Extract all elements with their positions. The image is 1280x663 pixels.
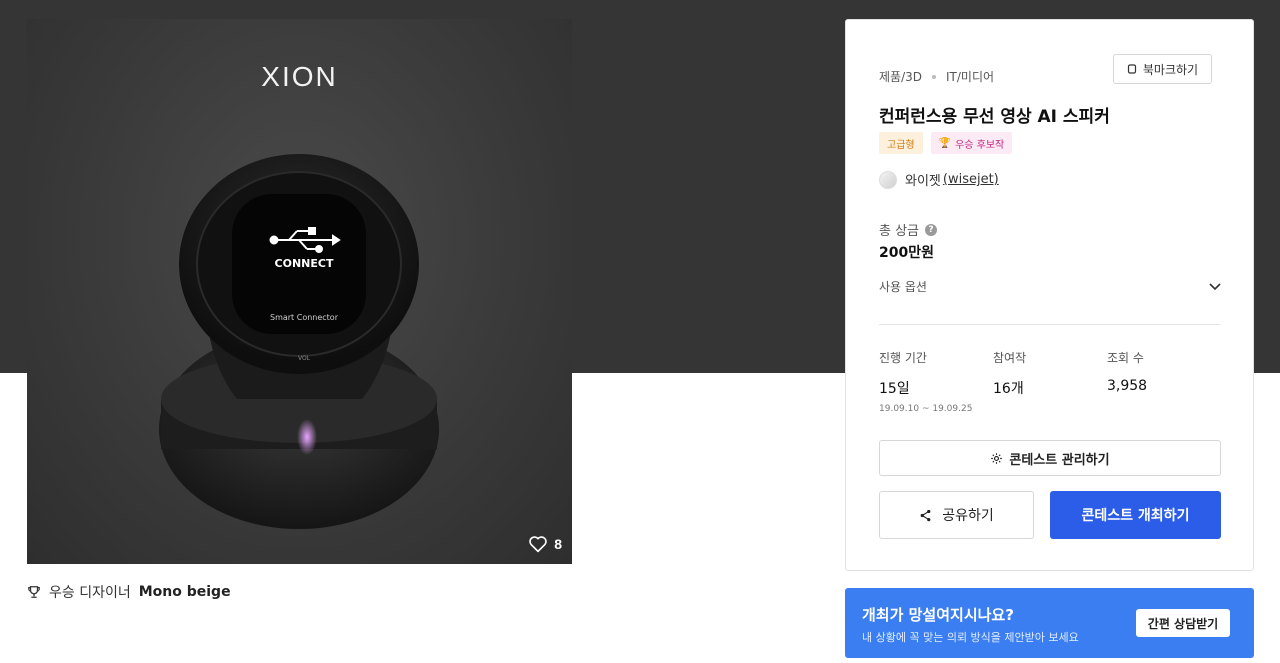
usage-options-dropdown[interactable]: 사용 옵션: [879, 278, 1221, 295]
winner-label: 우승 디자이너: [49, 585, 131, 601]
device-sub-label: Smart Connector: [270, 313, 339, 322]
speaker-illustration: CONNECT Smart Connector VOL: [159, 154, 439, 529]
consult-subtitle: 내 상황에 꼭 맞는 의뢰 방식을 제안받아 보세요: [862, 631, 1079, 644]
category-separator: [932, 74, 936, 79]
winner-designer-name[interactable]: Mono beige: [139, 584, 231, 600]
usage-options-label: 사용 옵션: [879, 280, 927, 294]
stat-label: 참여작: [993, 351, 1027, 365]
grade-badge-label: 고급형: [887, 139, 915, 151]
host-profile[interactable]: 와이젯 (wisejet): [879, 170, 999, 189]
trophy-badge-icon: 🏆: [938, 137, 952, 149]
category-primary[interactable]: 제품/3D: [879, 68, 922, 85]
contest-info-card: 제품/3D IT/미디어 북마크하기 컨퍼런스용 무선 영상 AI 스피커 고급…: [845, 19, 1254, 571]
stat-date-range: 19.09.10 ~ 19.09.25: [879, 404, 973, 414]
stat-value: 15일: [879, 381, 910, 397]
stat-label: 조회 수: [1107, 351, 1144, 365]
chevron-down-icon: [1209, 282, 1221, 290]
host-handle[interactable]: (wisejet): [943, 172, 999, 187]
badge-group: 고급형 🏆 우승 후보작: [879, 132, 1013, 154]
category-breadcrumb: 제품/3D IT/미디어: [879, 68, 994, 85]
bookmark-icon: [1127, 64, 1136, 74]
stat-entries: 참여작 16개: [993, 349, 1107, 414]
manage-contest-label: 콘테스트 관리하기: [1009, 452, 1110, 468]
category-secondary[interactable]: IT/미디어: [946, 68, 994, 85]
prize-label: 총 상금 ?: [879, 220, 938, 239]
grade-badge: 고급형: [879, 132, 923, 154]
winner-badge-label: 우승 후보작: [955, 139, 1005, 151]
host-contest-button[interactable]: 콘테스트 개최하기: [1050, 491, 1221, 539]
device-vol-label: VOL: [298, 355, 311, 362]
manage-contest-button[interactable]: 콘테스트 관리하기: [879, 440, 1221, 476]
stat-duration: 진행 기간 15일 19.09.10 ~ 19.09.25: [879, 349, 993, 414]
help-icon[interactable]: ?: [925, 223, 938, 236]
stat-value: 16개: [993, 381, 1024, 397]
heart-icon: [529, 536, 547, 553]
gear-icon: [991, 452, 1003, 464]
product-image[interactable]: XION CONNECT Smart Connector VOL 8: [27, 19, 572, 564]
avatar: [879, 170, 897, 189]
consult-button[interactable]: 간편 상담받기: [1136, 609, 1230, 637]
like-button[interactable]: 8: [528, 535, 562, 553]
contest-title: 컨퍼런스용 무선 영상 AI 스피커: [879, 107, 1110, 127]
stat-views: 조회 수 3,958: [1107, 349, 1221, 414]
bookmark-button[interactable]: 북마크하기: [1113, 54, 1212, 84]
share-icon: [920, 509, 931, 521]
bookmark-label: 북마크하기: [1142, 62, 1199, 77]
consult-title: 개최가 망설여지시나요?: [862, 606, 1014, 624]
winner-designer: 우승 디자이너 Mono beige: [27, 582, 231, 602]
trophy-icon: [28, 586, 40, 598]
contest-stats: 진행 기간 15일 19.09.10 ~ 19.09.25 참여작 16개 조회…: [879, 349, 1221, 414]
like-count: 8: [554, 536, 562, 552]
divider: [879, 324, 1221, 325]
host-name: 와이젯: [905, 174, 941, 189]
prize-value: 200만원: [879, 245, 934, 261]
share-button[interactable]: 공유하기: [879, 491, 1034, 539]
stat-value: 3,958: [1107, 378, 1148, 394]
share-label: 공유하기: [942, 508, 994, 524]
winner-candidate-badge: 🏆 우승 후보작: [930, 132, 1013, 154]
consult-banner: 개최가 망설여지시나요? 내 상황에 꼭 맞는 의뢰 방식을 제안받아 보세요 …: [845, 588, 1254, 658]
device-connect-label: CONNECT: [275, 257, 334, 270]
stat-label: 진행 기간: [879, 351, 927, 365]
prize-label-text: 총 상금: [879, 224, 920, 239]
